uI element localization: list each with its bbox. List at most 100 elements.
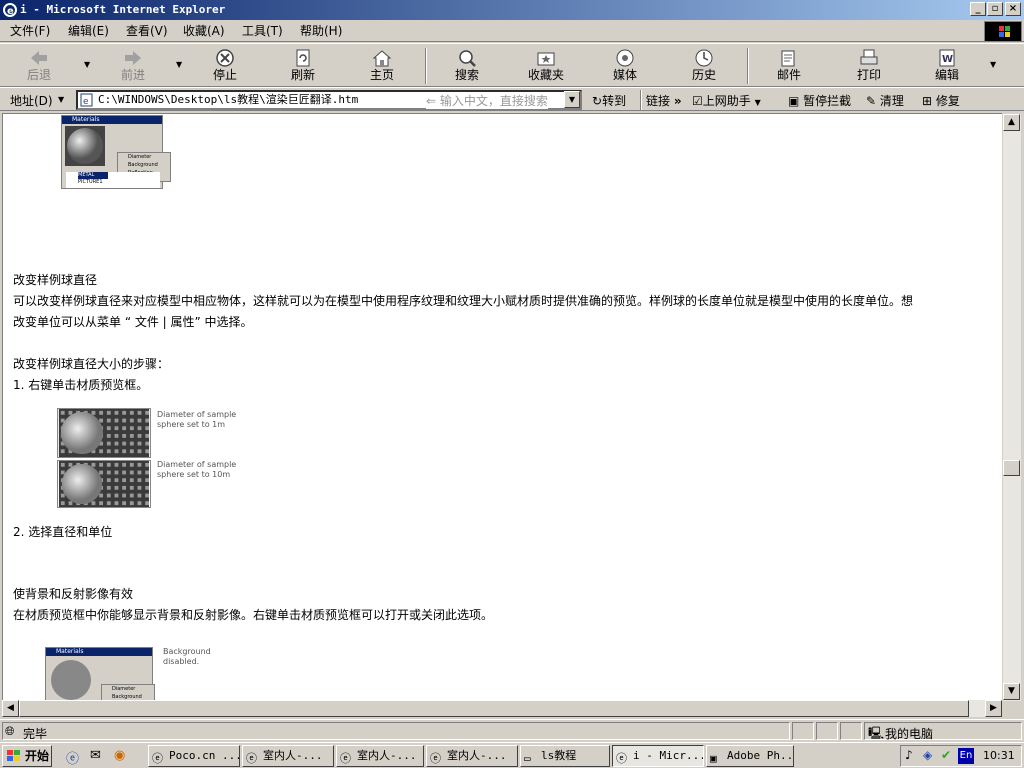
scroll-down-icon[interactable]: ▼ xyxy=(1003,683,1020,700)
menu-help[interactable]: 帮助(H) xyxy=(300,23,342,39)
helper-button[interactable]: ☑上网助手 ▼ xyxy=(692,92,761,109)
back-button[interactable]: 后退 xyxy=(4,48,74,86)
home-button[interactable]: 主页 xyxy=(347,48,417,86)
page-content: Materials Diameter Background Reflection… xyxy=(2,113,1002,701)
sample-sphere-icon xyxy=(65,126,105,166)
volume-icon[interactable]: ♪ xyxy=(905,748,913,762)
caption-1m-line1: Diameter of sample xyxy=(157,410,237,419)
scroll-thumb[interactable] xyxy=(1003,460,1020,476)
edit-button[interactable]: W 编辑 xyxy=(912,48,982,86)
menu-tools[interactable]: 工具(T) xyxy=(242,23,283,39)
clock[interactable]: 10:31 xyxy=(983,749,1015,762)
taskbar: 开始 ⓔ ✉ ◉ ⓔ Poco.cn ... ⓔ 室内人-... ⓔ 室内人-... … xyxy=(0,742,1024,768)
check-icon[interactable]: ✔ xyxy=(941,748,951,762)
materials-window-image-2: Materials Diameter Background xyxy=(45,647,155,701)
menu-favorites[interactable]: 收藏(A) xyxy=(183,23,225,39)
language-indicator[interactable]: En xyxy=(958,748,974,764)
menu-edit[interactable]: 编辑(E) xyxy=(68,23,109,39)
sample-sphere-flat-icon xyxy=(51,660,91,700)
scroll-left-icon[interactable]: ◀ xyxy=(2,700,19,717)
quicklaunch-outlook-icon[interactable]: ✉ xyxy=(90,748,101,763)
task-button-6[interactable]: ▣ Adobe Ph... xyxy=(706,745,794,767)
toolbar-separator xyxy=(747,48,749,84)
close-button[interactable]: × xyxy=(1005,2,1021,16)
window-icon: ▣ xyxy=(788,94,804,108)
standard-toolbar: 后退 ▼ 前进 ▼ 停止 刷新 主页 搜索 收藏夹 媒体 历史 邮件 打印 W … xyxy=(0,43,1024,87)
mini-context-menu-2: Diameter Background xyxy=(101,684,155,701)
menu-file[interactable]: 文件(F) xyxy=(10,23,50,39)
scroll-right-icon[interactable]: ▶ xyxy=(985,700,1002,717)
task-button-4[interactable]: ▭ ls教程 xyxy=(520,745,610,767)
favorites-button[interactable]: 收藏夹 xyxy=(511,48,581,86)
refresh-icon xyxy=(296,49,310,67)
task-button-0[interactable]: ⓔ Poco.cn ... xyxy=(148,745,240,767)
clean-button[interactable]: ✎ 清理 xyxy=(866,92,904,109)
address-label-dropdown-icon[interactable]: ▼ xyxy=(58,95,64,104)
favorites-folder-icon xyxy=(537,52,555,66)
section1-heading: 改变样例球直径 xyxy=(13,273,98,287)
restore-button[interactable]: ▫ xyxy=(987,2,1003,16)
forward-button[interactable]: 前进 xyxy=(98,48,168,86)
system-tray: ♪ ◈ ✔ En 10:31 xyxy=(900,745,1022,767)
step-1: 1. 右键单击材质预览框。 xyxy=(13,378,149,392)
search-placeholder: 输入中文，直接搜索 xyxy=(439,94,548,108)
home-icon xyxy=(372,50,392,67)
back-dropdown-icon[interactable]: ▼ xyxy=(84,60,90,69)
quicklaunch-media-icon[interactable]: ◉ xyxy=(114,748,125,763)
mini-list-item: METAL xyxy=(78,172,108,179)
history-icon xyxy=(695,49,713,67)
ie-icon: ⓔ xyxy=(340,752,351,765)
media-button[interactable]: 媒体 xyxy=(590,48,660,86)
menu-view[interactable]: 查看(V) xyxy=(126,23,168,39)
media-icon xyxy=(616,49,634,67)
chevron-down-icon: ▼ xyxy=(754,98,761,107)
horizontal-scrollbar[interactable]: ◀ ▶ xyxy=(2,700,1002,717)
print-button[interactable]: 打印 xyxy=(834,48,904,86)
steps-heading: 改变样例球直径大小的步骤： xyxy=(13,357,170,371)
mail-button[interactable]: 邮件 xyxy=(754,48,824,86)
address-dropdown-button[interactable]: ▼ xyxy=(564,91,580,108)
scroll-up-icon[interactable]: ▲ xyxy=(1003,114,1020,131)
repair-button[interactable]: ⊞ 修复 xyxy=(922,92,960,109)
status-panel: 🌐︎ 完毕 xyxy=(2,722,790,741)
sample-thumbnail-10m xyxy=(57,460,151,508)
forward-arrow-icon xyxy=(125,51,141,65)
ie-icon: ⓔ xyxy=(616,752,627,765)
chevron-icon: » xyxy=(673,94,682,108)
stop-button[interactable]: 停止 xyxy=(190,48,260,86)
history-button[interactable]: 历史 xyxy=(669,48,739,86)
printer-icon xyxy=(860,49,878,65)
forward-dropdown-icon[interactable]: ▼ xyxy=(176,60,182,69)
task-button-3[interactable]: ⓔ 室内人-... xyxy=(426,745,518,767)
broom-icon: ✎ xyxy=(866,94,880,108)
popup-block-button[interactable]: ▣ 暂停拦截 xyxy=(788,92,851,109)
go-button[interactable]: ↻转到 xyxy=(592,92,626,109)
caption-10m-line1: Diameter of sample xyxy=(157,460,237,469)
mini-menu-item: Diameter xyxy=(112,686,136,692)
hscroll-thumb[interactable] xyxy=(19,700,969,717)
status-page-icon: 🌐︎ xyxy=(5,724,15,738)
shield-icon[interactable]: ◈ xyxy=(923,748,932,762)
search-hint[interactable]: ⇐ 输入中文，直接搜索 xyxy=(426,92,548,109)
quicklaunch-ie-icon[interactable]: ⓔ xyxy=(66,748,79,767)
windows-logo-icon xyxy=(984,21,1022,42)
materials-window-image: Materials Diameter Background Reflection… xyxy=(61,115,171,189)
title-bar[interactable]: i - Microsoft Internet Explorer xyxy=(0,0,1024,20)
task-button-5[interactable]: ⓔ i - Micr... xyxy=(612,745,704,767)
task-button-1[interactable]: ⓔ 室内人-... xyxy=(242,745,334,767)
refresh-button[interactable]: 刷新 xyxy=(268,48,338,86)
vertical-scrollbar[interactable]: ▲ ▼ xyxy=(1003,114,1021,701)
start-button[interactable]: 开始 xyxy=(2,745,52,767)
task-button-2[interactable]: ⓔ 室内人-... xyxy=(336,745,424,767)
address-separator xyxy=(640,90,642,110)
caption-background-line1: Background xyxy=(163,647,211,656)
search-button[interactable]: 搜索 xyxy=(432,48,502,86)
back-arrow-icon xyxy=(31,51,47,65)
stop-icon xyxy=(216,49,234,67)
toolbar-overflow-icon[interactable]: ▼ xyxy=(990,60,996,69)
svg-text:e: e xyxy=(83,97,89,107)
minimize-button[interactable]: _ xyxy=(970,2,986,16)
section1-paragraph-line1: 可以改变样例球直径来对应模型中相应物体，这样就可以为在模型中使用程序纹理和纹理大… xyxy=(13,294,914,308)
address-label: 地址(D) xyxy=(10,94,53,108)
links-button[interactable]: 链接 » xyxy=(646,92,682,109)
